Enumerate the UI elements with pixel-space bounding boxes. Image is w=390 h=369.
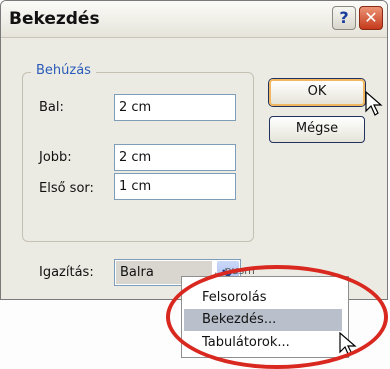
cancel-button[interactable]: Mégse: [269, 116, 365, 143]
left-indent-label: Bal:: [39, 100, 64, 115]
right-indent-field[interactable]: 2 cm: [114, 144, 236, 171]
first-line-label: Első sor:: [39, 181, 94, 196]
paragraph-dialog: Bekezdés ? ✕ Behúzás Bal: 2 cm Jobb: 2 c…: [0, 0, 388, 300]
first-line-field[interactable]: 1 cm: [114, 173, 236, 200]
alignment-label: Igazítás:: [39, 265, 94, 280]
dialog-title: Bekezdés: [9, 9, 100, 29]
right-indent-label: Jobb:: [39, 150, 72, 165]
indent-legend: Behúzás: [31, 63, 96, 78]
left-indent-field[interactable]: 2 cm: [114, 94, 236, 121]
highlight-ring: [166, 265, 388, 369]
help-button[interactable]: ?: [332, 6, 356, 30]
title-bar[interactable]: Bekezdés ? ✕: [1, 1, 387, 38]
ok-button[interactable]: OK: [269, 79, 365, 106]
mouse-cursor-icon: [365, 91, 383, 116]
close-button[interactable]: ✕: [359, 6, 383, 30]
